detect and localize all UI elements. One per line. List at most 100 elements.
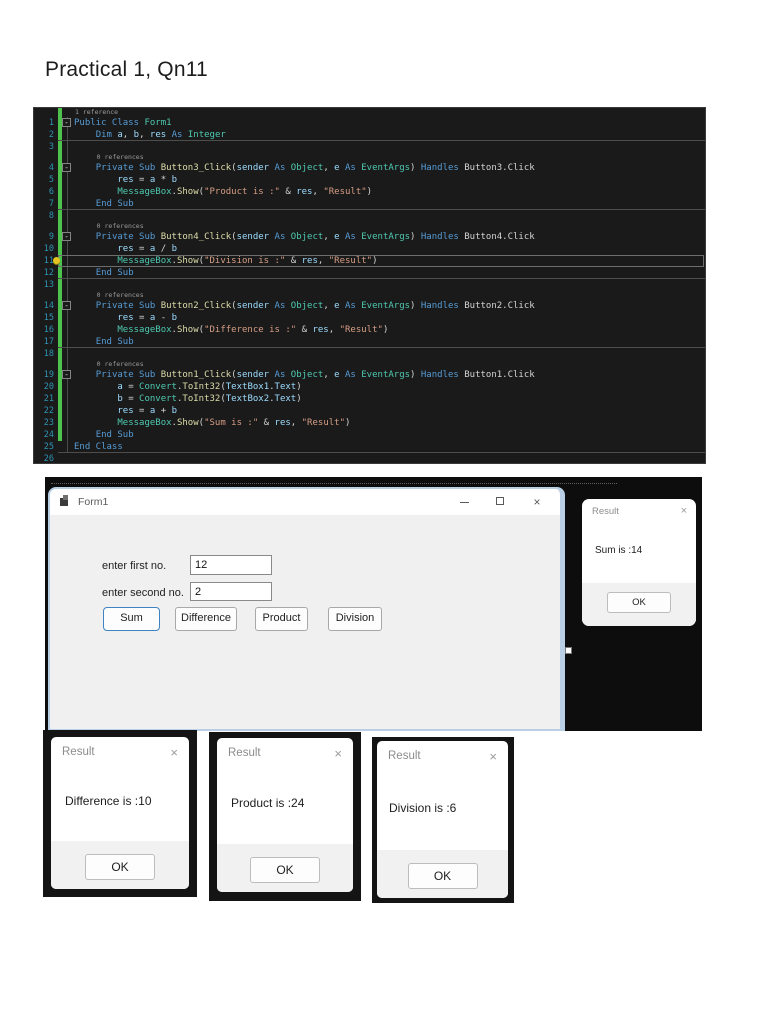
- code-line: 17 End Sub: [34, 336, 705, 348]
- line-number: 22: [43, 406, 54, 416]
- minimize-button[interactable]: [458, 489, 472, 515]
- second-number-input[interactable]: [190, 582, 272, 601]
- line-number: 5: [48, 175, 54, 185]
- sum-button[interactable]: Sum: [103, 607, 160, 631]
- code-line: 16 MessageBox.Show("Difference is :" & r…: [34, 324, 705, 336]
- dialog-frame: Result × Product is :24 OK: [209, 732, 361, 901]
- code-line: 2 Dim a, b, res As Integer: [34, 129, 705, 141]
- fold-collapse-icon[interactable]: -: [62, 370, 71, 379]
- code-line: 12 End Sub: [34, 267, 705, 279]
- ok-button[interactable]: OK: [607, 592, 671, 613]
- line-number: 10: [43, 244, 54, 254]
- fold-collapse-icon[interactable]: -: [62, 163, 71, 172]
- difference-button[interactable]: Difference: [175, 607, 237, 631]
- code-line: 13: [34, 279, 705, 291]
- fold-collapse-icon[interactable]: -: [62, 232, 71, 241]
- close-icon[interactable]: ×: [170, 745, 178, 760]
- reference-annotation[interactable]: 0 references: [34, 222, 705, 231]
- code-line: 3: [34, 141, 705, 153]
- line-number: 4: [48, 163, 54, 173]
- code-line: 1- Public Class Form1: [34, 117, 705, 129]
- reference-annotation[interactable]: 1 reference: [34, 108, 705, 117]
- form-title: Form1: [78, 496, 109, 508]
- dialog-footer: OK: [51, 841, 189, 889]
- dialog-title: Result: [62, 746, 95, 758]
- reference-annotation[interactable]: 0 references: [34, 291, 705, 300]
- code-line: 10 res = a / b: [34, 243, 705, 255]
- code-line: 18: [34, 348, 705, 360]
- code-line: 9- Private Sub Button4_Click(sender As O…: [34, 231, 705, 243]
- line-number: 14: [43, 301, 54, 311]
- ok-button[interactable]: OK: [85, 854, 155, 880]
- line-number: 17: [43, 337, 54, 347]
- code-line: 20 a = Convert.ToInt32(TextBox1.Text): [34, 381, 705, 393]
- code-editor[interactable]: 1 reference 1- Public Class Form1 2 Dim a, …: [33, 107, 706, 464]
- designer-screenshot: Form1 × enter first no. enter second no.…: [45, 477, 702, 731]
- code-lines: 1 reference 1- Public Class Form1 2 Dim a, …: [34, 108, 705, 464]
- result-dialog-division: Result × Division is :6 OK: [377, 741, 508, 898]
- dialog-title: Result: [592, 506, 619, 517]
- dialog-message: Product is :24: [231, 796, 305, 810]
- maximize-button[interactable]: [494, 489, 508, 515]
- dialog-footer: OK: [217, 844, 353, 892]
- code-line: 24 End Sub: [34, 429, 705, 441]
- code-line: 23 MessageBox.Show("Sum is :" & res, "Re…: [34, 417, 705, 429]
- ok-button[interactable]: OK: [407, 863, 478, 889]
- code-line: 19- Private Sub Button1_Click(sender As …: [34, 369, 705, 381]
- line-number: 15: [43, 313, 54, 323]
- line-number: 3: [48, 142, 54, 152]
- code-line: 5 res = a * b: [34, 174, 705, 186]
- second-number-label: enter second no.: [102, 587, 184, 599]
- code-line: 26: [34, 453, 705, 464]
- code-line: 4- Private Sub Button3_Click(sender As O…: [34, 162, 705, 174]
- close-icon[interactable]: ×: [489, 749, 497, 764]
- dialog-frame: Result × Difference is :10 OK: [43, 730, 197, 897]
- line-number: 26: [43, 454, 54, 464]
- result-dialog-difference: Result × Difference is :10 OK: [51, 737, 189, 889]
- ok-button[interactable]: OK: [250, 857, 320, 883]
- result-dialog-product: Result × Product is :24 OK: [217, 738, 353, 892]
- line-number: 12: [43, 268, 54, 278]
- lightbulb-icon[interactable]: [53, 257, 60, 264]
- line-number: 18: [43, 349, 54, 359]
- line-number: 24: [43, 430, 54, 440]
- line-number: 23: [43, 418, 54, 428]
- dialog-title: Result: [228, 747, 261, 759]
- dialog-frame: Result × Division is :6 OK: [372, 737, 514, 903]
- code-line: 7 End Sub: [34, 198, 705, 210]
- fold-collapse-icon[interactable]: -: [62, 118, 71, 127]
- line-number: 7: [48, 199, 54, 209]
- line-number: 19: [43, 370, 54, 380]
- reference-annotation[interactable]: 0 references: [34, 153, 705, 162]
- page-title: Practical 1, Qn11: [45, 58, 208, 81]
- first-number-input[interactable]: [190, 555, 272, 575]
- line-number: 2: [48, 130, 54, 140]
- close-button[interactable]: ×: [530, 489, 544, 515]
- selection-dashed-border: [51, 483, 617, 484]
- dialog-message: Difference is :10: [65, 794, 152, 808]
- line-number: 16: [43, 325, 54, 335]
- product-button[interactable]: Product: [255, 607, 308, 631]
- close-icon[interactable]: ×: [681, 505, 687, 517]
- first-number-label: enter first no.: [102, 560, 167, 572]
- fold-collapse-icon[interactable]: -: [62, 301, 71, 310]
- line-number: 20: [43, 382, 54, 392]
- line-number: 21: [43, 394, 54, 404]
- dialog-title: Result: [388, 750, 421, 762]
- line-number: 25: [43, 442, 54, 452]
- minimize-icon: [460, 502, 469, 503]
- dialog-footer: OK: [582, 583, 696, 626]
- line-number: 8: [48, 211, 54, 221]
- resize-handle[interactable]: [565, 647, 572, 654]
- code-line: 22 res = a + b: [34, 405, 705, 417]
- result-dialog-sum: Result × Sum is :14 OK: [582, 499, 696, 626]
- division-button[interactable]: Division: [328, 607, 382, 631]
- line-number: 1: [48, 118, 54, 128]
- line-number: 6: [48, 187, 54, 197]
- form-titlebar[interactable]: Form1 ×: [50, 489, 560, 515]
- form-window-icon: [60, 495, 68, 506]
- code-line: 21 b = Convert.ToInt32(TextBox2.Text): [34, 393, 705, 405]
- close-icon[interactable]: ×: [334, 746, 342, 761]
- reference-annotation[interactable]: 0 references: [34, 360, 705, 369]
- code-line: 14- Private Sub Button2_Click(sender As …: [34, 300, 705, 312]
